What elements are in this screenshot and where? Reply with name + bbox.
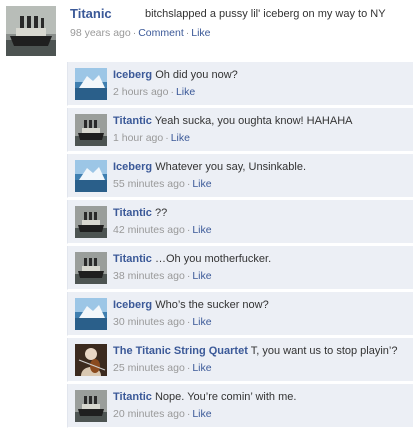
like-link[interactable]: Like [192, 362, 211, 374]
comment-text: Whatever you say, Unsinkable. [155, 161, 307, 173]
comment-link[interactable]: Comment [138, 27, 184, 39]
comment-author[interactable]: The Titanic String Quartet [113, 345, 248, 357]
status-post: Titanic bitchslapped a pussy lil' iceber… [0, 0, 417, 58]
like-link[interactable]: Like [192, 178, 211, 190]
post-meta: 98 years ago · Comment · Like [70, 27, 211, 39]
comment-author[interactable]: Iceberg [113, 69, 152, 81]
comment-text: Oh did you now? [155, 69, 238, 81]
comment-text: ?? [154, 207, 168, 219]
like-link[interactable]: Like [192, 408, 211, 420]
comment: Titantic ?? 42 minutes ago · Like [67, 200, 413, 244]
comment: Iceberg Oh did you now? 2 hours ago · Like [67, 62, 413, 106]
comment-meta: 30 minutes ago · Like [113, 316, 212, 328]
post-timestamp: 98 years ago [70, 27, 131, 39]
like-link[interactable]: Like [192, 224, 211, 236]
comment-meta: 55 minutes ago · Like [113, 178, 212, 190]
comment-list: Iceberg Oh did you now? 2 hours ago · Like… [67, 62, 414, 428]
comment: Titantic Yeah sucka, you oughta know! HA… [67, 108, 413, 152]
comment-body: Iceberg Whatever you say, Unsinkable. [113, 161, 409, 173]
comment-text: T, you want us to stop playin’? [250, 345, 398, 357]
comment-timestamp: 38 minutes ago [113, 270, 185, 282]
violinist-icon[interactable] [75, 344, 107, 376]
comment: Titantic Nope. You’re comin’ with me. 20… [67, 384, 413, 428]
comment-timestamp: 55 minutes ago [113, 178, 185, 190]
iceberg-icon[interactable] [75, 160, 107, 192]
comment-text: Nope. You’re comin’ with me. [154, 391, 297, 403]
comment-author[interactable]: Iceberg [113, 161, 152, 173]
separator: · [165, 132, 169, 144]
comment-meta: 38 minutes ago · Like [113, 270, 212, 282]
ship-icon[interactable] [6, 6, 56, 56]
separator: · [170, 86, 174, 98]
comment-meta: 2 hours ago · Like [113, 86, 195, 98]
comment-author[interactable]: Titantic [113, 391, 152, 403]
comment-timestamp: 25 minutes ago [113, 362, 185, 374]
comment-author[interactable]: Titantic [113, 253, 152, 265]
comment-author[interactable]: Titantic [113, 115, 152, 127]
comment-timestamp: 2 hours ago [113, 86, 169, 98]
iceberg-icon[interactable] [75, 298, 107, 330]
ship-icon[interactable] [75, 114, 107, 146]
like-link[interactable]: Like [176, 86, 195, 98]
comment-body: Titantic …Oh you motherfucker. [113, 253, 409, 265]
ship-icon[interactable] [75, 252, 107, 284]
like-link[interactable]: Like [192, 316, 211, 328]
like-link[interactable]: Like [171, 132, 190, 144]
comment-body: Titantic ?? [113, 207, 409, 219]
comment: Iceberg Who’s the sucker now? 30 minutes… [67, 292, 413, 336]
comment-text: Who’s the sucker now? [155, 299, 269, 311]
comment-meta: 20 minutes ago · Like [113, 408, 212, 420]
comment-body: Titantic Yeah sucka, you oughta know! HA… [113, 115, 409, 127]
comment-timestamp: 42 minutes ago [113, 224, 185, 236]
comment: The Titanic String Quartet T, you want u… [67, 338, 413, 382]
comment: Titantic …Oh you motherfucker. 38 minute… [67, 246, 413, 290]
comment-author[interactable]: Titantic [113, 207, 152, 219]
comment-timestamp: 20 minutes ago [113, 408, 185, 420]
comment-author[interactable]: Iceberg [113, 299, 152, 311]
comment-text: …Oh you motherfucker. [154, 253, 272, 265]
comment-text: Yeah sucka, you oughta know! HAHAHA [154, 115, 353, 127]
comment: Iceberg Whatever you say, Unsinkable. 55… [67, 154, 413, 198]
comment-meta: 1 hour ago · Like [113, 132, 190, 144]
comment-body: Iceberg Who’s the sucker now? [113, 299, 409, 311]
post-text: bitchslapped a pussy lil' iceberg on my … [145, 8, 386, 20]
comment-body: Iceberg Oh did you now? [113, 69, 409, 81]
like-link[interactable]: Like [192, 270, 211, 282]
comment-meta: 42 minutes ago · Like [113, 224, 212, 236]
comment-timestamp: 1 hour ago [113, 132, 164, 144]
comment-body: The Titanic String Quartet T, you want u… [113, 345, 409, 357]
comment-body: Titantic Nope. You’re comin’ with me. [113, 391, 409, 403]
post-author[interactable]: Titanic [70, 6, 112, 21]
comment-meta: 25 minutes ago · Like [113, 362, 212, 374]
ship-icon[interactable] [75, 390, 107, 422]
comment-timestamp: 30 minutes ago [113, 316, 185, 328]
ship-icon[interactable] [75, 206, 107, 238]
iceberg-icon[interactable] [75, 68, 107, 100]
like-link[interactable]: Like [191, 27, 210, 39]
